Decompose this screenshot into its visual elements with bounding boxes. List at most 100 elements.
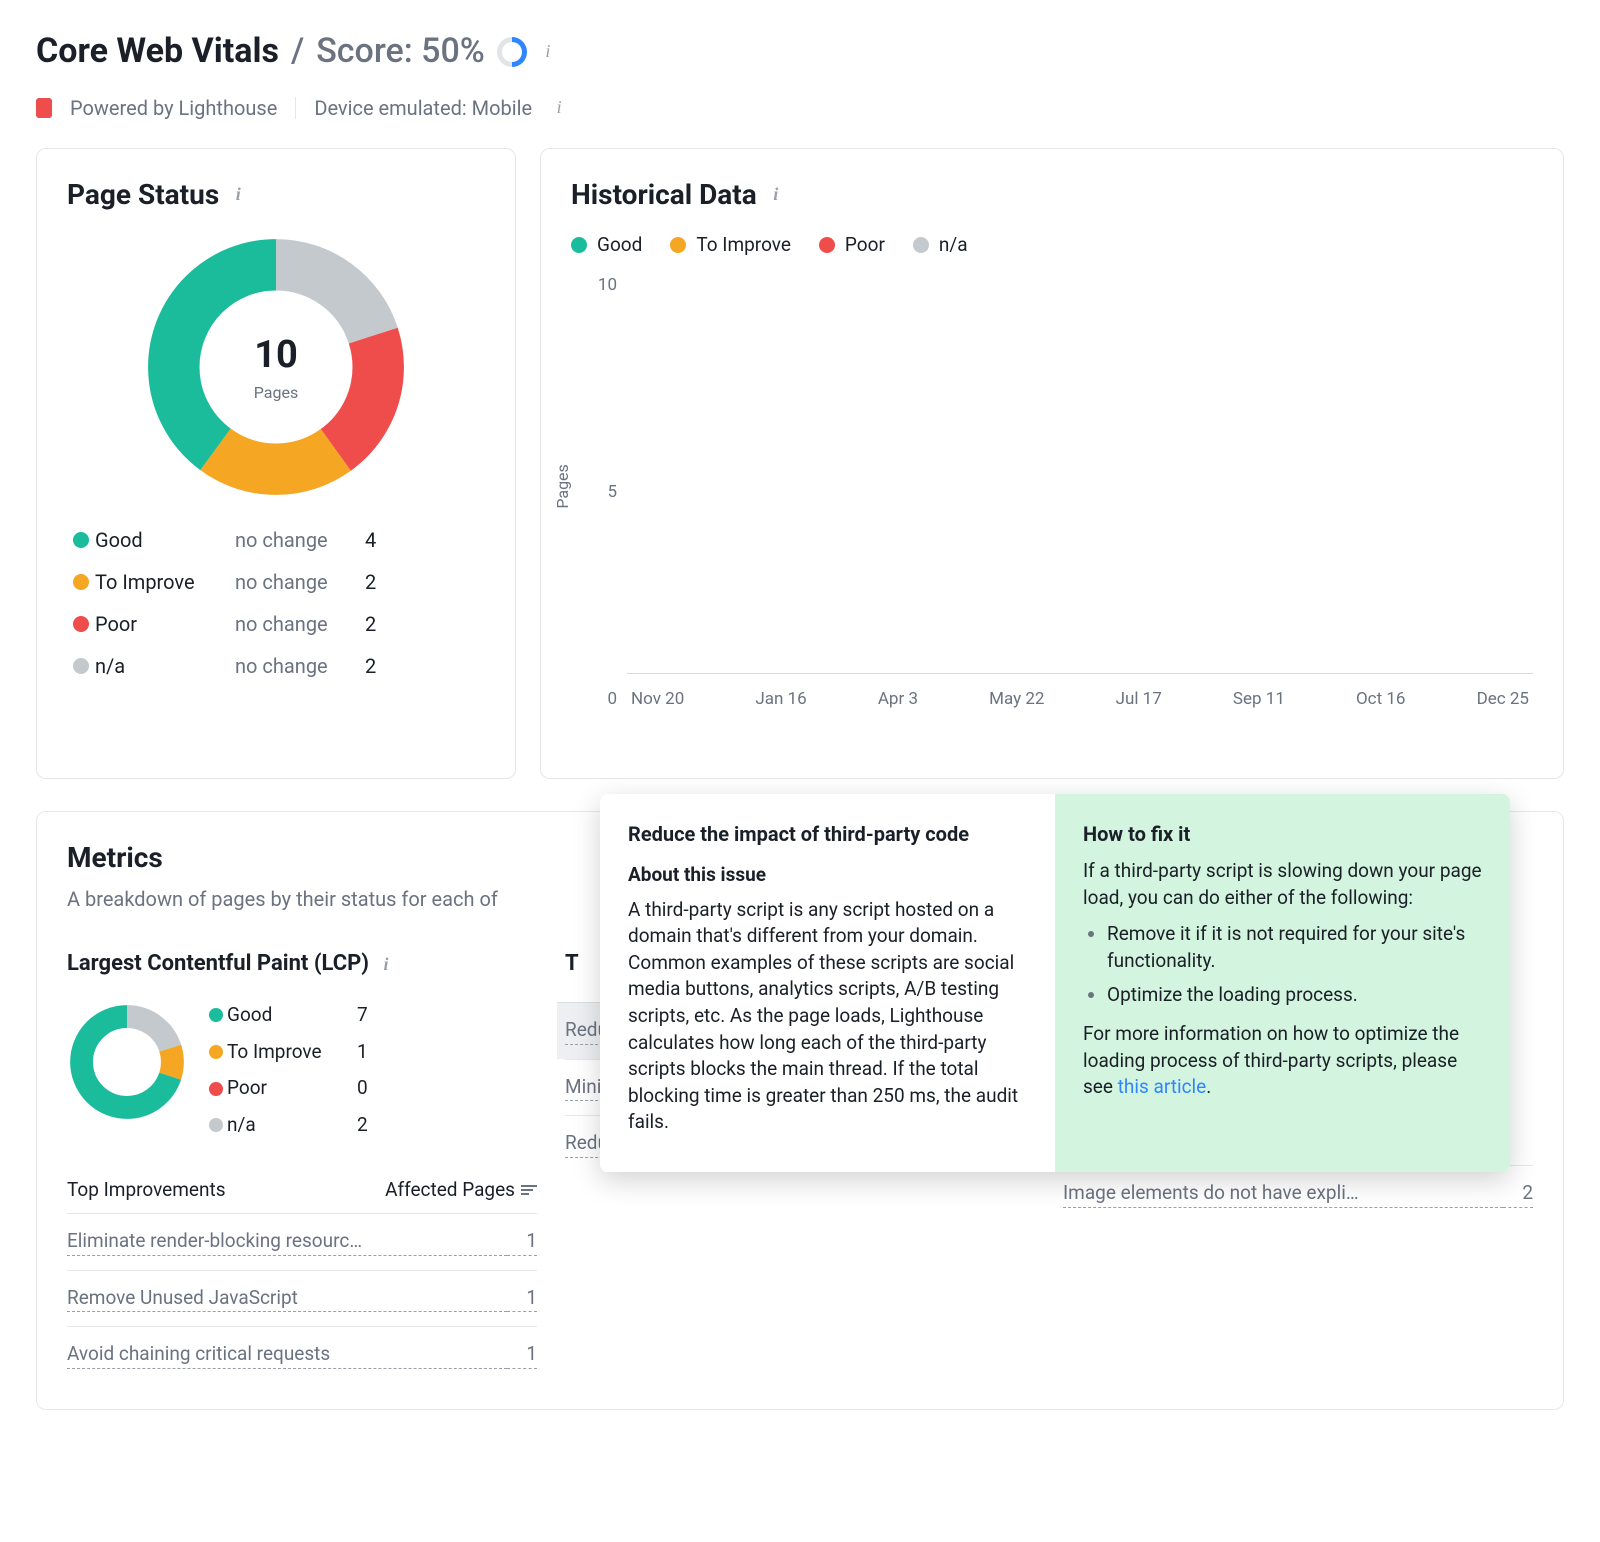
page-status-card: Page Status i 10 Pages G [36, 148, 516, 780]
lighthouse-icon [36, 98, 52, 118]
legend-item[interactable]: Good [571, 232, 642, 259]
y-tick: 5 [607, 481, 617, 505]
legend-value: 2 [365, 610, 395, 638]
improvement-count: 1 [507, 1341, 537, 1369]
powered-by-text: Powered by Lighthouse [70, 94, 277, 122]
page-status-donut: 10 Pages [141, 232, 411, 502]
legend-label: To Improve [227, 1039, 357, 1066]
legend-item[interactable]: n/a [913, 232, 968, 259]
y-tick: 0 [607, 688, 617, 712]
metric-donut [67, 1002, 187, 1122]
legend-value: 2 [365, 568, 395, 596]
page-status-title: Page Status [67, 175, 219, 214]
x-tick: Dec 25 [1477, 688, 1529, 712]
legend-change: no change [235, 568, 365, 596]
popover-fix-list: Remove it if it is not required for your… [1083, 921, 1482, 1009]
legend-label: n/a [939, 232, 968, 259]
improvement-name[interactable]: Eliminate render-blocking resourc… [67, 1228, 507, 1256]
x-axis-ticks: Nov 20Jan 16Apr 3May 22Jul 17Sep 11Oct 1… [627, 688, 1533, 712]
legend-value: 4 [365, 526, 395, 554]
improvement-name[interactable]: Remove Unused JavaScript [67, 1285, 507, 1313]
popover-about-heading: About this issue [628, 862, 1027, 889]
info-icon[interactable]: i [550, 95, 568, 120]
page-title: Core Web Vitals [36, 28, 279, 76]
score-ring-icon [497, 37, 527, 67]
legend-row[interactable]: To Improve1 [209, 1039, 387, 1066]
score-separator: / [291, 28, 304, 76]
improvement-row[interactable]: Image elements do not have expli… 2 [1063, 1165, 1533, 1222]
legend-change: no change [235, 652, 365, 680]
legend-item[interactable]: To Improve [670, 232, 791, 259]
improvement-count: 1 [507, 1228, 537, 1256]
legend-dot-icon [73, 574, 89, 590]
improvements-header: Top Improvements Affected Pages [67, 1167, 537, 1214]
legend-dot-icon [670, 237, 686, 253]
improvement-row[interactable]: Avoid chaining critical requests 1 [67, 1326, 537, 1383]
x-tick: Jul 17 [1116, 688, 1162, 712]
popover-about-body: A third-party script is any script hoste… [628, 897, 1027, 1136]
x-tick: Nov 20 [631, 688, 684, 712]
x-tick: Sep 11 [1233, 688, 1285, 712]
legend-value: 0 [357, 1075, 387, 1102]
legend-item[interactable]: Poor [819, 232, 885, 259]
legend-row[interactable]: Good7 [209, 1002, 387, 1029]
x-tick: May 22 [989, 688, 1044, 712]
popover-fix-intro: If a third-party script is slowing down … [1083, 858, 1482, 911]
improvement-row[interactable]: Eliminate render-blocking resourc… 1 [67, 1213, 537, 1270]
legend-row[interactable]: Poor no change 2 [73, 610, 479, 638]
legend-value: 7 [357, 1002, 387, 1029]
historical-legend: Good To Improve Poor n/a [571, 232, 1533, 259]
popover-fix-outro-post: . [1206, 1075, 1211, 1098]
legend-dot-icon [209, 1082, 223, 1096]
subheader: Powered by Lighthouse Device emulated: M… [36, 94, 1564, 122]
fix-list-item: Optimize the loading process. [1107, 982, 1482, 1009]
x-tick: Jan 16 [755, 688, 806, 712]
legend-label: Good [95, 526, 235, 554]
device-text: Device emulated: Mobile [314, 94, 532, 122]
improvement-count: 1 [507, 1285, 537, 1313]
improvement-popover: Reduce the impact of third-party code Ab… [600, 794, 1510, 1172]
legend-label: Good [227, 1002, 357, 1029]
page-header: Core Web Vitals / Score: 50% i [36, 28, 1564, 76]
improvement-count: 2 [1503, 1180, 1533, 1208]
col-affected-pages[interactable]: Affected Pages [385, 1177, 537, 1204]
info-icon[interactable]: i [767, 182, 785, 207]
sort-icon [521, 1185, 537, 1195]
legend-change: no change [235, 610, 365, 638]
legend-label: Good [597, 232, 642, 259]
page-status-legend: Good no change 4 To Improve no change 2 … [67, 526, 485, 680]
popover-article-link[interactable]: this article [1118, 1075, 1207, 1098]
legend-dot-icon [73, 616, 89, 632]
popover-fix-outro: For more information on how to optimize … [1083, 1021, 1482, 1101]
legend-row[interactable]: Good no change 4 [73, 526, 479, 554]
improvement-name[interactable]: Image elements do not have expli… [1063, 1180, 1503, 1208]
y-tick: 10 [598, 274, 617, 298]
chart-bars [627, 274, 1533, 674]
legend-value: 1 [357, 1039, 387, 1066]
legend-dot-icon [819, 237, 835, 253]
score-text: Score: 50% [316, 28, 485, 76]
info-icon[interactable]: i [377, 952, 395, 977]
legend-row[interactable]: To Improve no change 2 [73, 568, 479, 596]
improvement-row[interactable]: Remove Unused JavaScript 1 [67, 1270, 537, 1327]
legend-dot-icon [571, 237, 587, 253]
info-icon[interactable]: i [539, 39, 557, 64]
improvement-name[interactable]: Avoid chaining critical requests [67, 1341, 507, 1369]
legend-row[interactable]: n/a2 [209, 1112, 387, 1139]
y-axis-ticks: 10 5 0 [571, 274, 617, 712]
legend-row[interactable]: n/a no change 2 [73, 652, 479, 680]
info-icon[interactable]: i [229, 182, 247, 207]
legend-dot-icon [73, 532, 89, 548]
metric-title: Largest Contentful Paint (LCP) i [67, 949, 537, 980]
legend-row[interactable]: Poor0 [209, 1075, 387, 1102]
legend-change: no change [235, 526, 365, 554]
col-top-improvements: Top Improvements [67, 1177, 373, 1204]
legend-label: To Improve [95, 568, 235, 596]
donut-total: 10 [254, 329, 298, 382]
legend-label: To Improve [696, 232, 791, 259]
legend-dot-icon [913, 237, 929, 253]
legend-dot-icon [209, 1008, 223, 1022]
legend-label: Poor [845, 232, 885, 259]
legend-dot-icon [209, 1118, 223, 1132]
x-tick: Apr 3 [878, 688, 918, 712]
